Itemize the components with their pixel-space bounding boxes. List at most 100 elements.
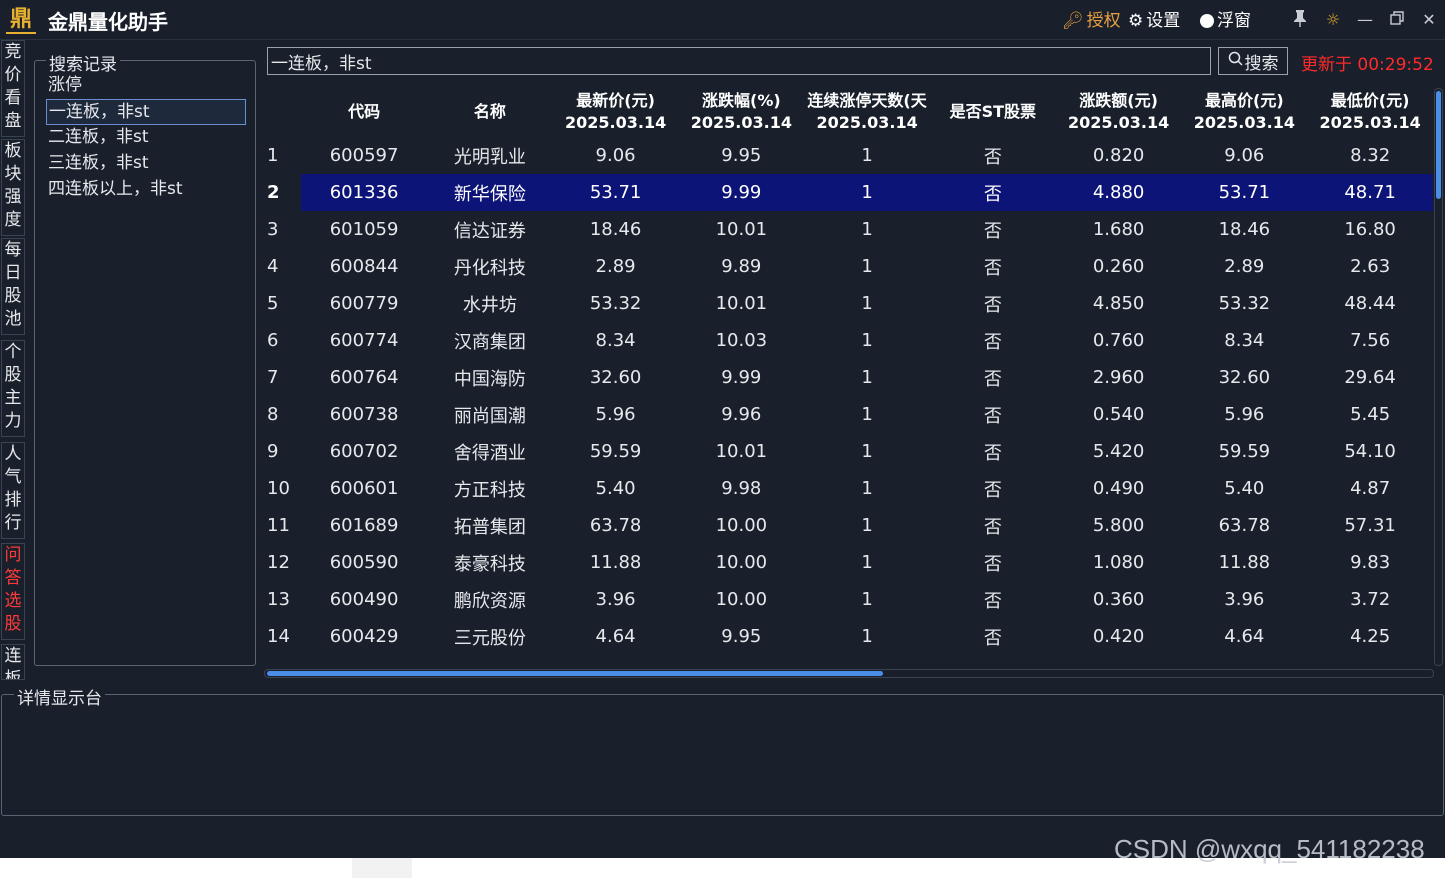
theme-sun-icon[interactable]: ☼ bbox=[1322, 9, 1344, 31]
column-header[interactable]: 代码 bbox=[301, 87, 427, 137]
table-cell: 9.95 bbox=[721, 626, 762, 647]
gear-icon: ⚙ bbox=[1128, 11, 1144, 31]
table-cell: 32.60 bbox=[589, 367, 642, 388]
table-cell: 1 bbox=[861, 330, 873, 351]
close-icon[interactable]: ✕ bbox=[1418, 9, 1440, 31]
column-header[interactable]: 最新价(元) 2025.03.14 bbox=[553, 87, 679, 137]
float-window-toggle[interactable]: 浮窗 bbox=[1200, 9, 1251, 33]
table-row[interactable]: 12 600590 泰豪科技 11.88 10.00 1 否 1.080 11.88 9.83 bbox=[263, 544, 1433, 581]
search-input[interactable] bbox=[267, 47, 1211, 75]
column-header[interactable]: 涨跌额(元) 2025.03.14 bbox=[1056, 87, 1182, 137]
table-cell: 53.71 bbox=[552, 174, 679, 211]
table-cell: 1 bbox=[861, 219, 873, 240]
table-cell: 丽尚国潮 bbox=[453, 405, 526, 427]
tab-qa-stock-picking[interactable]: 问答选股 bbox=[1, 543, 25, 640]
column-header[interactable]: 连续涨停天数(天 2025.03.14 bbox=[804, 87, 930, 137]
table-cell: 1 bbox=[861, 552, 873, 573]
tab-sector-strength[interactable]: 板块强度 bbox=[1, 139, 25, 236]
minimize-icon[interactable]: — bbox=[1354, 9, 1376, 31]
table-cell: 1 bbox=[861, 293, 873, 314]
record-item-selected[interactable]: 一连板，非st bbox=[46, 99, 246, 125]
column-header[interactable] bbox=[263, 87, 301, 137]
row-index: 5 bbox=[263, 285, 302, 322]
table-cell: 48.44 bbox=[1344, 293, 1396, 314]
table-row[interactable]: 10 600601 方正科技 5.40 9.98 1 否 0.490 5.40 4.87 bbox=[263, 470, 1433, 507]
pin-icon[interactable] bbox=[1289, 9, 1311, 31]
table-row[interactable]: 4 600844 丹化科技 2.89 9.89 1 否 0.260 2.89 2.63 bbox=[263, 248, 1433, 285]
column-header-title: 是否ST股票 bbox=[949, 102, 1037, 121]
table-row[interactable]: 8 600738 丽尚国潮 5.96 9.96 1 否 0.540 5.96 5.45 bbox=[263, 396, 1433, 433]
table-row[interactable]: 11 601689 拓普集团 63.78 10.00 1 否 5.800 63.78 57.31 bbox=[263, 507, 1433, 544]
horizontal-scrollbar[interactable] bbox=[264, 669, 1434, 678]
column-header[interactable]: 名称 bbox=[427, 87, 553, 137]
table-cell: 9.99 bbox=[721, 367, 762, 388]
record-item[interactable]: 四连板以上，非st bbox=[46, 177, 246, 203]
column-header[interactable]: 最高价(元) 2025.03.14 bbox=[1181, 87, 1307, 137]
table-cell: 4.87 bbox=[1350, 478, 1391, 499]
table-row[interactable]: 6 600774 汉商集团 8.34 10.03 1 否 0.760 8.34 7.56 bbox=[263, 322, 1433, 359]
table-row[interactable]: 14 600429 三元股份 4.64 9.95 1 否 0.420 4.64 4.25 bbox=[263, 618, 1433, 655]
table-row[interactable]: 3 601059 信达证券 18.46 10.01 1 否 1.680 18.46 16.80 bbox=[263, 211, 1433, 248]
column-header[interactable]: 是否ST股票 bbox=[930, 87, 1056, 137]
table-cell: 否 bbox=[983, 553, 1002, 575]
column-header-title: 最低价(元) bbox=[1330, 91, 1410, 110]
auth-button[interactable]: 🔑︎ 授权 bbox=[1062, 9, 1121, 33]
tab-popularity-rank[interactable]: 人气排行 bbox=[1, 442, 25, 539]
table-cell: 1 bbox=[861, 515, 873, 536]
title-bar: 鼎 金鼎量化助手 🔑︎ 授权 ⚙ 设置 浮窗 ☼ — ✕ bbox=[0, 0, 1445, 40]
table-cell: 10.01 bbox=[715, 441, 768, 462]
table-cell: 1 bbox=[861, 589, 873, 610]
settings-button[interactable]: ⚙ 设置 bbox=[1128, 9, 1180, 33]
row-index: 13 bbox=[263, 581, 302, 618]
table-body: 1 600597 光明乳业 9.06 9.95 1 否 0.820 9.06 8.32 2 60133… bbox=[263, 137, 1433, 655]
column-header-title: 最高价(元) bbox=[1205, 91, 1284, 110]
search-button-label: 搜索 bbox=[1244, 53, 1279, 74]
row-index: 4 bbox=[263, 248, 302, 285]
table-row[interactable]: 7 600764 中国海防 32.60 9.99 1 否 2.960 32.60 29.64 bbox=[263, 359, 1433, 396]
tab-daily-pool[interactable]: 每日股池 bbox=[1, 238, 25, 335]
column-header[interactable]: 最低价(元) 2025.03.14 bbox=[1307, 87, 1433, 137]
record-item[interactable]: 三连板，非st bbox=[46, 151, 246, 177]
table-row[interactable]: 5 600779 水井坊 53.32 10.01 1 否 4.850 53.32 48.44 bbox=[263, 285, 1433, 322]
table-cell: 600597 bbox=[329, 145, 399, 166]
search-button[interactable]: 搜索 bbox=[1218, 47, 1288, 75]
table-cell: 9.96 bbox=[721, 404, 762, 425]
table-cell: 3.96 bbox=[595, 589, 636, 610]
row-index: 1 bbox=[263, 137, 302, 174]
vertical-scrollbar[interactable] bbox=[1434, 88, 1443, 666]
table-cell: 3.96 bbox=[1224, 589, 1265, 610]
row-index: 8 bbox=[263, 396, 302, 433]
table-cell: 5.40 bbox=[1224, 478, 1265, 499]
table-cell: 1 bbox=[861, 626, 873, 647]
horizontal-scroll-thumb[interactable] bbox=[267, 671, 883, 676]
table-row[interactable]: 13 600490 鹏欣资源 3.96 10.00 1 否 0.360 3.96 3.72 bbox=[263, 581, 1433, 618]
tab-label: 人气排行 bbox=[4, 444, 22, 533]
row-index: 9 bbox=[263, 433, 302, 470]
table-cell: 鹏欣资源 bbox=[453, 590, 526, 612]
tab-stock-main-force[interactable]: 个股主力 bbox=[1, 340, 25, 437]
table-cell: 1 bbox=[861, 367, 873, 388]
column-header[interactable]: 涨跌幅(%) 2025.03.14 bbox=[678, 87, 804, 137]
tab-label: 问答选股 bbox=[4, 545, 22, 634]
table-cell: 否 bbox=[983, 627, 1002, 649]
table-cell: 0.760 bbox=[1092, 330, 1145, 351]
row-index: 12 bbox=[263, 544, 302, 581]
record-item[interactable]: 涨停 bbox=[46, 73, 246, 99]
table-cell: 否 bbox=[983, 516, 1002, 538]
table-cell: 48.71 bbox=[1307, 174, 1433, 211]
tab-consecutive-limit[interactable]: 连板 bbox=[1, 644, 25, 680]
table-row[interactable]: 1 600597 光明乳业 9.06 9.95 1 否 0.820 9.06 8.32 bbox=[263, 137, 1433, 174]
column-header-title: 涨跌额(元) bbox=[1079, 91, 1158, 110]
table-cell: 32.60 bbox=[1218, 367, 1271, 388]
row-index: 11 bbox=[263, 507, 302, 544]
tab-auction-watch[interactable]: 竞价看盘 bbox=[1, 40, 25, 137]
table-cell: 18.46 bbox=[589, 219, 642, 240]
restore-icon[interactable] bbox=[1386, 9, 1408, 31]
table-row[interactable]: 9 600702 舍得酒业 59.59 10.01 1 否 5.420 59.59 54.10 bbox=[263, 433, 1433, 470]
record-item[interactable]: 二连板，非st bbox=[46, 125, 246, 151]
row-index: 7 bbox=[263, 359, 302, 396]
table-cell: 新华保险 bbox=[426, 174, 553, 211]
table-cell: 8.32 bbox=[1350, 145, 1391, 166]
table-row-selected[interactable]: 2 601336 新华保险 53.71 9.99 1 否 4.880 53.71 48.71 bbox=[263, 174, 1433, 211]
vertical-scroll-thumb[interactable] bbox=[1436, 91, 1441, 199]
